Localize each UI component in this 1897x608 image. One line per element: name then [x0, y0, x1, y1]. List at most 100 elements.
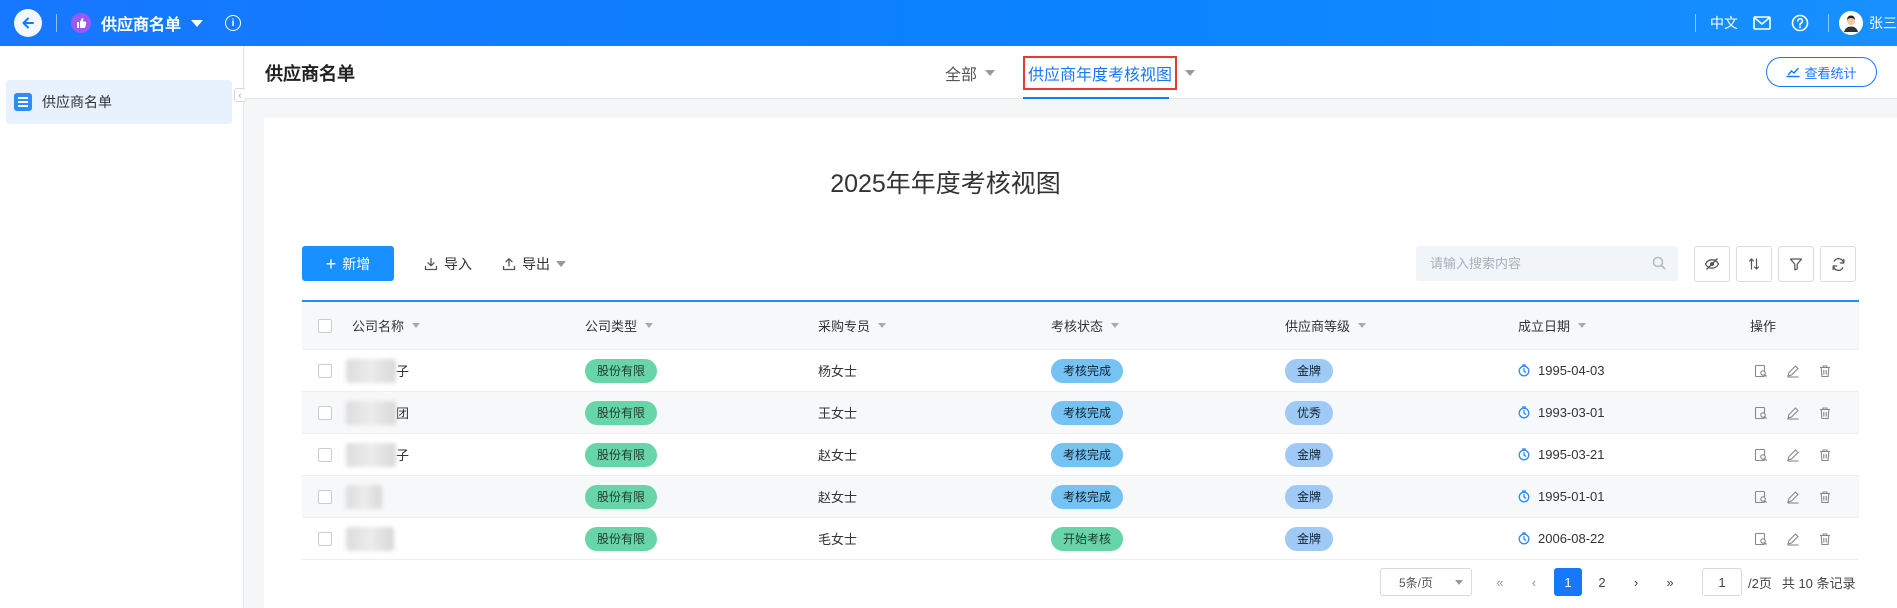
table-row[interactable]: 子 股份有限 赵女士 考核完成 金牌 1995-03-21 — [302, 434, 1859, 476]
founded-date: 1995-04-03 — [1538, 363, 1605, 378]
search-icon[interactable] — [1652, 256, 1666, 270]
add-button[interactable]: + 新增 — [302, 246, 394, 281]
page-button-2[interactable]: 2 — [1588, 568, 1616, 596]
redacted-text — [346, 484, 382, 509]
table-header: 公司名称 公司类型 采购专员 考核状态 供应商等级 成立日期 操作 — [302, 302, 1859, 350]
company-name[interactable] — [346, 526, 394, 551]
last-page-button[interactable]: » — [1656, 568, 1684, 596]
review-status-tag: 考核完成 — [1051, 358, 1124, 383]
chevron-down-icon[interactable] — [1111, 323, 1120, 328]
edit-icon[interactable] — [1785, 447, 1801, 463]
refresh-button[interactable] — [1820, 246, 1856, 282]
page-title: 供应商名单 — [265, 64, 355, 84]
clock-icon — [1518, 532, 1530, 545]
column-header-level[interactable]: 供应商等级 — [1285, 316, 1367, 335]
sort-button[interactable] — [1736, 246, 1772, 282]
table-row[interactable]: 股份有限 赵女士 考核完成 金牌 1995-01-01 — [302, 476, 1859, 518]
chevron-down-icon[interactable] — [1185, 69, 1196, 76]
chevron-down-icon[interactable] — [412, 323, 421, 328]
delete-icon[interactable] — [1817, 363, 1833, 379]
company-type-tag: 股份有限 — [585, 442, 658, 467]
company-name[interactable] — [346, 484, 382, 509]
export-label: 导出 — [522, 255, 550, 272]
app-switch-caret-icon[interactable] — [191, 19, 204, 27]
avatar[interactable] — [1839, 11, 1863, 35]
table-row[interactable]: 股份有限 毛女士 开始考核 金牌 2006-08-22 — [302, 518, 1859, 560]
edit-icon[interactable] — [1785, 405, 1801, 421]
buyer-name: 赵女士 — [818, 490, 858, 505]
page-size-select[interactable]: 5条/页 — [1380, 568, 1472, 596]
eye-off-icon — [1704, 258, 1720, 270]
prev-page-button[interactable]: ‹ — [1520, 568, 1548, 596]
chevron-down-icon[interactable] — [645, 323, 654, 328]
supplier-table: 公司名称 公司类型 采购专员 考核状态 供应商等级 成立日期 操作 子 股份有限… — [302, 300, 1859, 560]
table-row[interactable]: 团 股份有限 王女士 考核完成 优秀 1993-03-01 — [302, 392, 1859, 434]
import-button[interactable]: 导入 — [424, 246, 472, 281]
tab-all[interactable]: 全部 — [945, 46, 996, 99]
language-switch[interactable]: 中文 — [1710, 13, 1738, 33]
company-name[interactable]: 子 — [346, 442, 409, 467]
redacted-text — [346, 442, 396, 467]
info-icon[interactable]: i — [225, 15, 242, 31]
founded-date: 1995-01-01 — [1538, 489, 1605, 504]
row-checkbox[interactable] — [318, 405, 332, 420]
column-header-status[interactable]: 考核状态 — [1051, 316, 1120, 335]
chart-icon — [1786, 67, 1801, 78]
review-status-tag: 考核完成 — [1051, 484, 1124, 509]
view-detail-icon[interactable] — [1753, 363, 1769, 379]
chevron-down-icon[interactable] — [1358, 323, 1367, 328]
tab-label: 供应商年度考核视图 — [1023, 55, 1178, 90]
mail-icon[interactable] — [1752, 13, 1772, 33]
sidebar-item-supplier-list[interactable]: 供应商名单 — [6, 80, 232, 124]
row-checkbox[interactable] — [318, 363, 332, 378]
first-page-button[interactable]: « — [1486, 568, 1514, 596]
page-button-1[interactable]: 1 — [1554, 568, 1582, 596]
delete-icon[interactable] — [1817, 489, 1833, 505]
view-detail-icon[interactable] — [1753, 405, 1769, 421]
column-header-date[interactable]: 成立日期 — [1518, 316, 1587, 335]
row-checkbox[interactable] — [318, 531, 332, 546]
row-checkbox[interactable] — [318, 447, 332, 462]
column-header-company[interactable]: 公司名称 — [352, 316, 421, 335]
help-icon[interactable] — [1790, 13, 1810, 33]
view-detail-icon[interactable] — [1753, 531, 1769, 547]
filter-button[interactable] — [1778, 246, 1814, 282]
page-header: 供应商名单 全部 供应商年度考核视图 查看统计 — [245, 46, 1897, 99]
row-checkbox[interactable] — [318, 489, 332, 504]
company-type-tag: 股份有限 — [585, 526, 658, 551]
company-name[interactable]: 团 — [346, 400, 409, 425]
chevron-down-icon[interactable] — [878, 323, 887, 328]
app-title[interactable]: 供应商名单 — [101, 11, 181, 35]
edit-icon[interactable] — [1785, 489, 1801, 505]
export-button[interactable]: 导出 — [502, 246, 566, 281]
edit-icon[interactable] — [1785, 363, 1801, 379]
view-detail-icon[interactable] — [1753, 489, 1769, 505]
tab-label: 全部 — [945, 66, 978, 84]
delete-icon[interactable] — [1817, 405, 1833, 421]
select-all-checkbox[interactable] — [318, 318, 332, 333]
chevron-down-icon[interactable] — [985, 69, 996, 76]
hide-columns-button[interactable] — [1694, 246, 1730, 282]
pagination: 5条/页 « ‹ 1 2 › » 1 /2页 共 10 条记录 — [1380, 568, 1856, 596]
back-button[interactable] — [14, 9, 42, 37]
page-jump-input[interactable]: 1 — [1702, 568, 1742, 596]
column-header-buyer[interactable]: 采购专员 — [818, 316, 887, 335]
user-name[interactable]: 张三 — [1869, 13, 1897, 33]
chevron-down-icon — [556, 260, 566, 267]
tab-annual-review-view[interactable]: 供应商年度考核视图 — [1023, 46, 1196, 99]
chevron-down-icon[interactable] — [1578, 323, 1587, 328]
founded-date: 1995-03-21 — [1538, 447, 1605, 462]
active-tab-indicator — [1023, 97, 1170, 99]
delete-icon[interactable] — [1817, 531, 1833, 547]
search-input[interactable] — [1430, 256, 1640, 271]
edit-icon[interactable] — [1785, 531, 1801, 547]
thumbs-up-icon — [71, 13, 91, 33]
top-bar: 供应商名单 i 中文 张三 — [0, 0, 1897, 46]
delete-icon[interactable] — [1817, 447, 1833, 463]
view-detail-icon[interactable] — [1753, 447, 1769, 463]
next-page-button[interactable]: › — [1622, 568, 1650, 596]
table-row[interactable]: 子 股份有限 杨女士 考核完成 金牌 1995-04-03 — [302, 350, 1859, 392]
column-header-type[interactable]: 公司类型 — [585, 316, 654, 335]
view-stats-button[interactable]: 查看统计 — [1766, 57, 1877, 87]
company-name[interactable]: 子 — [346, 358, 409, 383]
